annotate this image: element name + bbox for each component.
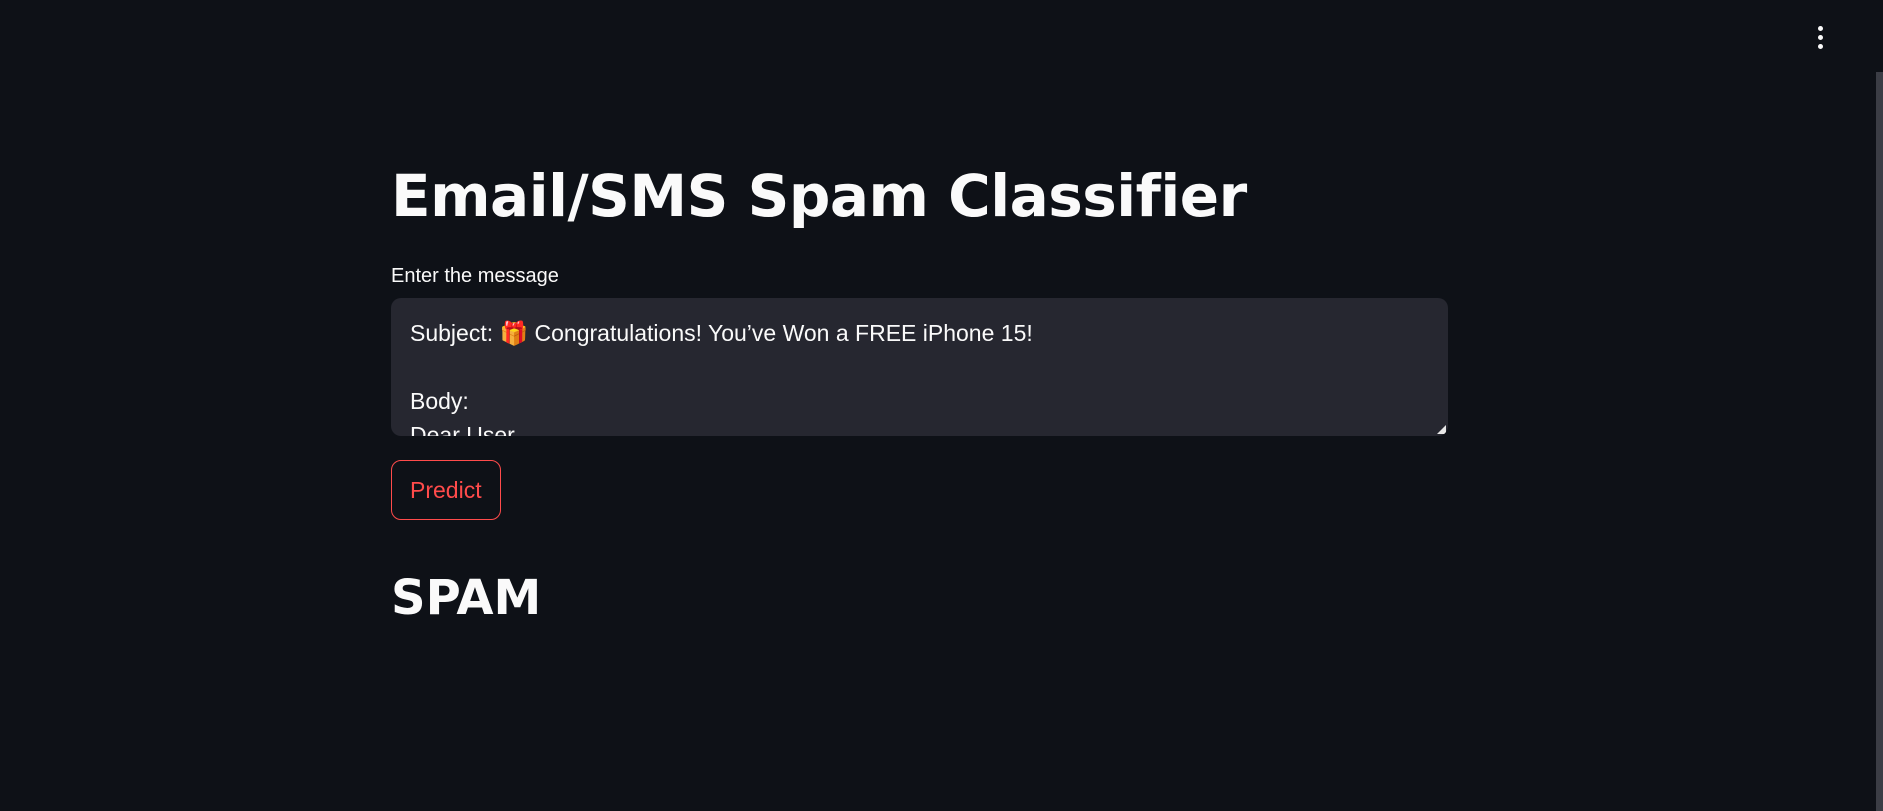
prediction-result: SPAM xyxy=(391,570,542,626)
predict-button[interactable]: Predict xyxy=(391,460,501,520)
message-input[interactable]: Subject: 🎁 Congratulations! You’ve Won a… xyxy=(391,298,1448,436)
app-root: Email/SMS Spam Classifier Enter the mess… xyxy=(0,0,1883,811)
main-content: Email/SMS Spam Classifier Enter the mess… xyxy=(391,150,1448,626)
vertical-ellipsis-icon-dot xyxy=(1817,43,1823,49)
page-title: Email/SMS Spam Classifier xyxy=(391,162,1247,230)
page-scrollbar[interactable] xyxy=(1876,72,1883,811)
message-input-container: Subject: 🎁 Congratulations! You’ve Won a… xyxy=(391,298,1448,436)
main-menu-button[interactable] xyxy=(1807,20,1833,54)
vertical-ellipsis-icon xyxy=(1817,25,1823,31)
vertical-ellipsis-icon-dot xyxy=(1817,34,1823,40)
message-input-label: Enter the message xyxy=(391,265,559,287)
resize-handle-icon[interactable] xyxy=(1437,425,1446,434)
